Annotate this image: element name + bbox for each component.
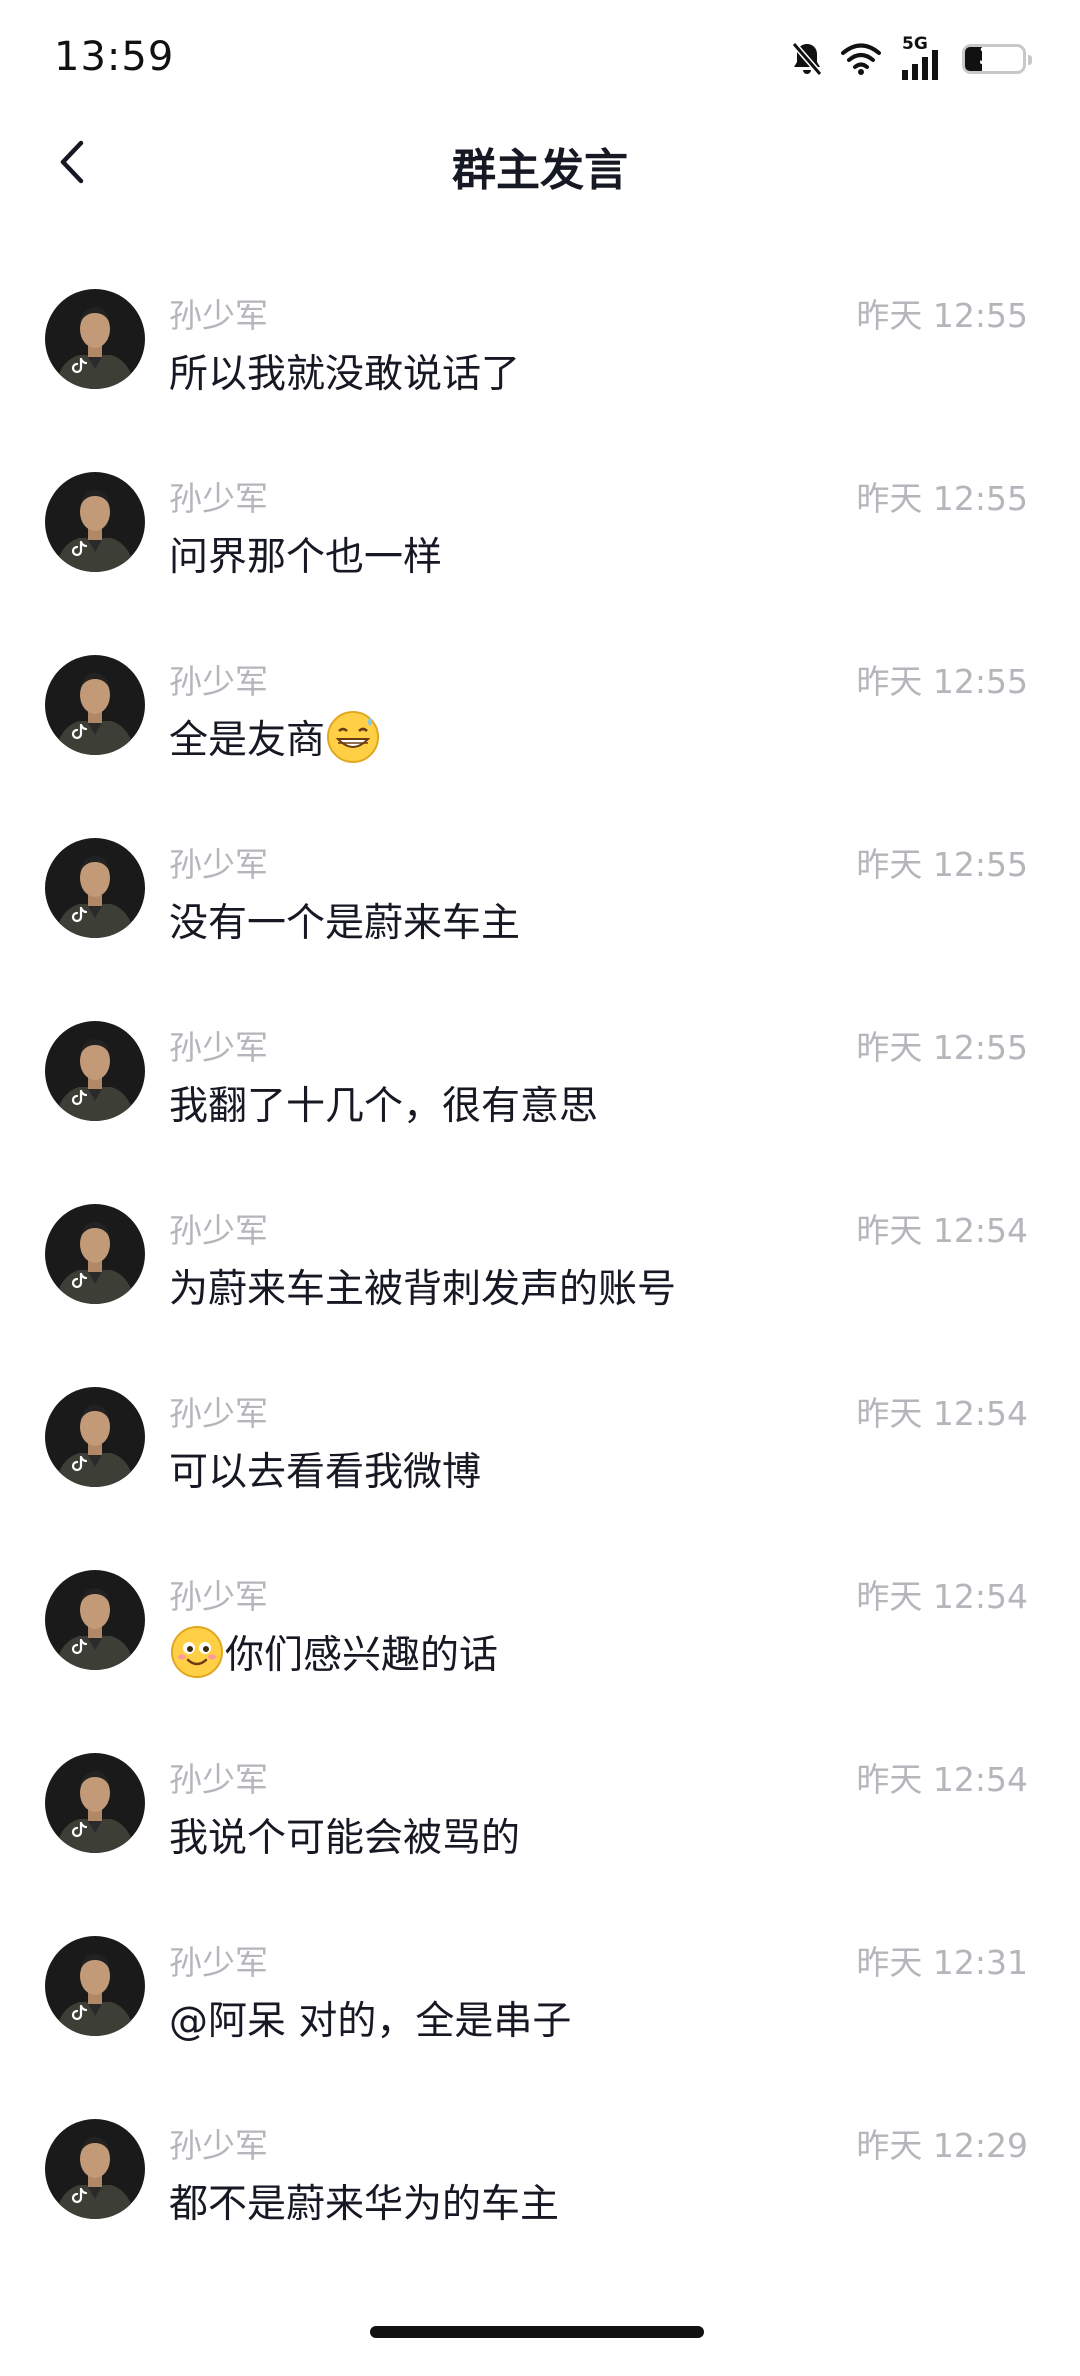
avatar[interactable]: [45, 1021, 145, 1121]
status-icons: 5G 30: [790, 34, 1032, 82]
home-indicator[interactable]: [370, 2326, 704, 2338]
message-text: 可以去看看我微博: [169, 1450, 482, 1495]
message-content: @阿呆 对的，全是串子: [169, 1990, 571, 2046]
sender-name: 孙少军: [169, 1760, 268, 1799]
sender-name: 孙少军: [169, 296, 268, 335]
cellular-signal-icon: 5G: [898, 34, 946, 82]
avatar[interactable]: [45, 1936, 145, 2036]
status-bar: 13:59 5G 30: [0, 0, 1080, 120]
status-time: 13:59: [54, 34, 175, 80]
message-content: 所以我就没敢说话了: [169, 343, 520, 399]
message-text: 都不是蔚来华为的车主: [169, 2182, 560, 2227]
message-text: 问界那个也一样: [169, 535, 443, 580]
avatar[interactable]: [45, 289, 145, 389]
message-item[interactable]: 孙少军 昨天 12:55 所以我就没敢说话了: [0, 285, 1080, 468]
message-item[interactable]: 孙少军 昨天 12:54 可以去看看我微博: [0, 1383, 1080, 1566]
message-text: @阿呆 对的，全是串子: [169, 1999, 572, 2044]
message-time: 昨天 12:54: [856, 1577, 1028, 1616]
battery-icon: 30: [962, 44, 1032, 74]
message-item[interactable]: 孙少军 昨天 12:54 我说个可能会被骂的: [0, 1749, 1080, 1932]
message-content: 我说个可能会被骂的: [169, 1807, 520, 1863]
avatar[interactable]: [45, 838, 145, 938]
message-item[interactable]: 孙少军 昨天 12:55 没有一个是蔚来车主: [0, 834, 1080, 1017]
message-time: 昨天 12:31: [856, 1943, 1028, 1982]
message-content: 可以去看看我微博: [169, 1441, 481, 1497]
message-time: 昨天 12:55: [856, 479, 1028, 518]
message-content: 问界那个也一样: [169, 526, 442, 582]
message-time: 昨天 12:54: [856, 1760, 1028, 1799]
message-time: 昨天 12:54: [856, 1394, 1028, 1433]
sender-name: 孙少军: [169, 662, 268, 701]
message-text: 所以我就没敢说话了: [169, 352, 521, 397]
avatar[interactable]: [45, 1753, 145, 1853]
mute-bell-icon: [790, 40, 824, 78]
grinning-sweat-emoji: [325, 709, 381, 765]
message-content: 全是友商: [169, 709, 381, 765]
message-time: 昨天 12:29: [856, 2126, 1028, 2165]
message-item[interactable]: 孙少军 昨天 12:54 为蔚来车主被背刺发声的账号: [0, 1200, 1080, 1383]
avatar[interactable]: [45, 1387, 145, 1487]
message-content: 都不是蔚来华为的车主: [169, 2173, 559, 2229]
avatar[interactable]: [45, 1570, 145, 1670]
nav-bar: 群主发言: [0, 120, 1080, 210]
sender-name: 孙少军: [169, 1211, 268, 1250]
message-text: 全是友商: [169, 718, 326, 763]
sender-name: 孙少军: [169, 479, 268, 518]
message-time: 昨天 12:55: [856, 296, 1028, 335]
avatar[interactable]: [45, 2119, 145, 2219]
sender-name: 孙少军: [169, 845, 268, 884]
sender-name: 孙少军: [169, 2126, 268, 2165]
sender-name: 孙少军: [169, 1028, 268, 1067]
message-time: 昨天 12:55: [856, 845, 1028, 884]
message-list[interactable]: 孙少军 昨天 12:55 所以我就没敢说话了 孙少军 昨天 12:55 问界那个也一样 …: [0, 285, 1080, 2298]
message-text: 我说个可能会被骂的: [169, 1816, 521, 1861]
message-content: 你们感兴趣的话: [169, 1624, 498, 1680]
sender-name: 孙少军: [169, 1577, 268, 1616]
battery-cap: [1028, 55, 1032, 65]
page-title: 群主发言: [452, 145, 628, 196]
network-type-label: 5G: [902, 34, 928, 54]
sender-name: 孙少军: [169, 1943, 268, 1982]
avatar[interactable]: [45, 655, 145, 755]
smile-emoji: [169, 1624, 225, 1680]
message-text: 没有一个是蔚来车主: [169, 901, 521, 946]
message-item[interactable]: 孙少军 昨天 12:29 都不是蔚来华为的车主: [0, 2115, 1080, 2298]
message-item[interactable]: 孙少军 昨天 12:55 问界那个也一样: [0, 468, 1080, 651]
avatar[interactable]: [45, 472, 145, 572]
message-item[interactable]: 孙少军 昨天 12:31 @阿呆 对的，全是串子: [0, 1932, 1080, 2115]
battery-level: 30: [978, 45, 1010, 70]
sender-name: 孙少军: [169, 1394, 268, 1433]
message-time: 昨天 12:55: [856, 662, 1028, 701]
wifi-icon: [840, 42, 882, 76]
message-content: 我翻了十几个，很有意思: [169, 1075, 598, 1131]
message-item[interactable]: 孙少军 昨天 12:54 你们感兴趣的话: [0, 1566, 1080, 1749]
avatar[interactable]: [45, 1204, 145, 1304]
message-item[interactable]: 孙少军 昨天 12:55 我翻了十几个，很有意思: [0, 1017, 1080, 1200]
message-time: 昨天 12:54: [856, 1211, 1028, 1250]
message-item[interactable]: 孙少军 昨天 12:55 全是友商: [0, 651, 1080, 834]
message-content: 为蔚来车主被背刺发声的账号: [169, 1258, 676, 1314]
message-text: 为蔚来车主被背刺发声的账号: [169, 1267, 677, 1312]
message-text: 你们感兴趣的话: [225, 1633, 499, 1678]
message-time: 昨天 12:55: [856, 1028, 1028, 1067]
message-content: 没有一个是蔚来车主: [169, 892, 520, 948]
message-text: 我翻了十几个，很有意思: [169, 1084, 599, 1129]
